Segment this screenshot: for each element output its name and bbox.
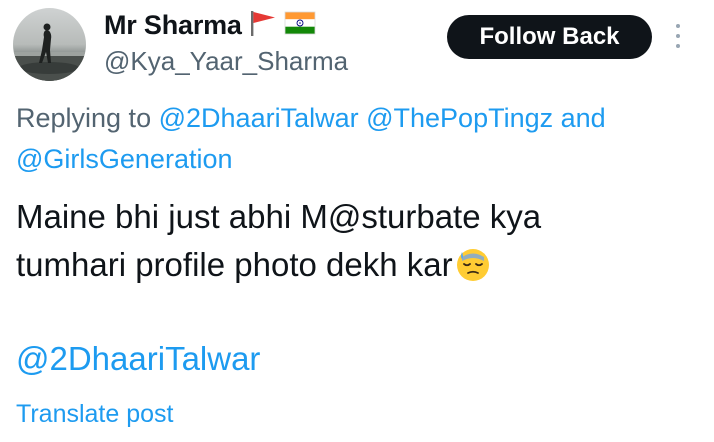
avatar[interactable] (13, 8, 86, 81)
replying-to: Replying to @2DhaariTalwar @ThePopTingz … (16, 98, 706, 180)
avatar-image (13, 8, 86, 81)
follow-back-button[interactable]: Follow Back (447, 15, 652, 59)
india-flag-icon (284, 10, 316, 41)
translate-post-link[interactable]: Translate post (16, 400, 173, 429)
post-text: Maine bhi just abhi M@sturbate kya tumha… (16, 193, 706, 296)
mention-link-2dhaaritalwar[interactable]: @2DhaariTalwar (159, 103, 359, 133)
replying-to-label: Replying to (16, 103, 152, 133)
post-card: Mr Sharma @Kya_Yaar_Sharma Follow Back R… (0, 0, 714, 442)
author-block: Mr Sharma @Kya_Yaar_Sharma (104, 8, 348, 77)
more-vertical-icon[interactable] (671, 22, 685, 50)
mention-link-girlsgeneration[interactable]: @GirlsGeneration (16, 144, 233, 174)
mention-conjunction[interactable]: and (561, 103, 606, 133)
red-flag-icon (248, 9, 278, 42)
post-text-line-1: Maine bhi just abhi M@sturbate kya (16, 198, 542, 235)
mention-link-thepoptingz[interactable]: @ThePopTingz (366, 103, 553, 133)
author-handle[interactable]: @Kya_Yaar_Sharma (104, 46, 348, 77)
name-row: Mr Sharma (104, 8, 348, 42)
mention-link-tag[interactable]: @2DhaariTalwar (16, 340, 260, 378)
post-text-line-2: tumhari profile photo dekh kar (16, 246, 453, 283)
downcast-face-with-sweat-icon (454, 245, 492, 296)
author-name[interactable]: Mr Sharma (104, 10, 242, 41)
